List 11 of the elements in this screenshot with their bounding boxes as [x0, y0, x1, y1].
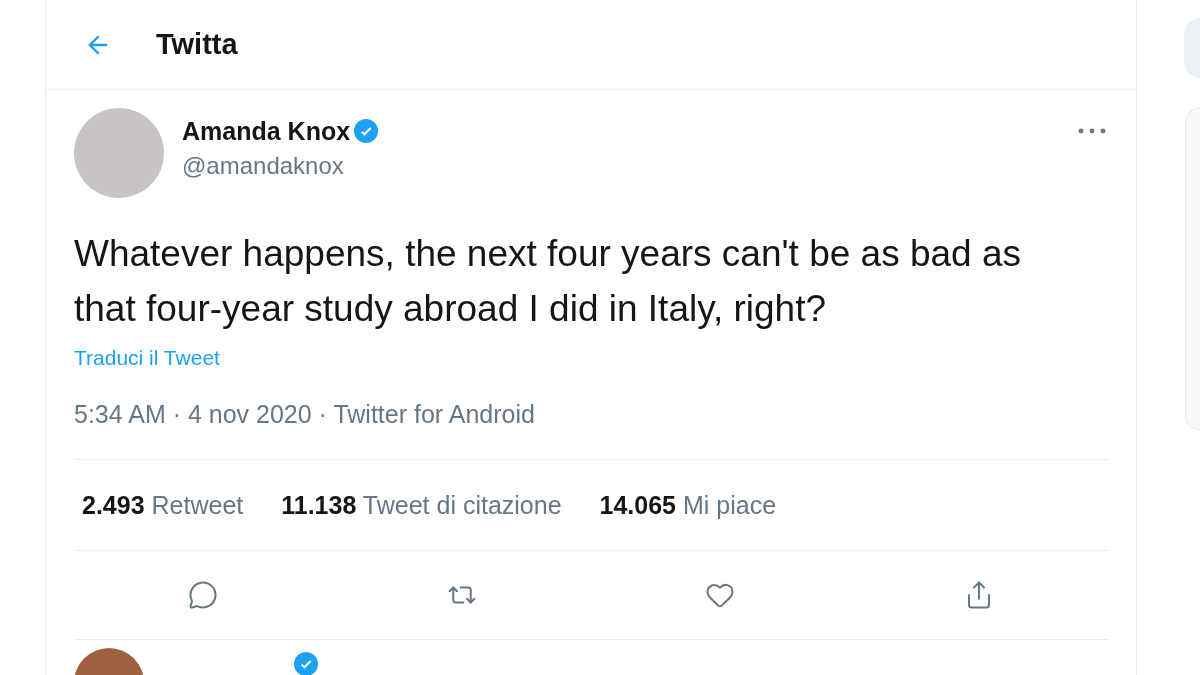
tweet-text: Whatever happens, the next four years can't be as bad as that four-year study abroad I did in Italy, right?: [74, 232, 1023, 331]
more-button[interactable]: [1078, 128, 1106, 134]
author-handle[interactable]: @amandaknox: [182, 151, 1060, 180]
author-name[interactable]: Amanda Knox: [182, 116, 351, 146]
reply-button[interactable]: [188, 580, 219, 610]
stat-link[interactable]: 2.493 Retweet: [82, 490, 244, 520]
tweet-meta: 5:34 AM · 4 nov 2020 · Twitter for Android: [74, 400, 536, 429]
more-icon: [1078, 128, 1106, 134]
stat-link[interactable]: 14.065 Mi piace: [599, 490, 777, 520]
page-title: Twitta: [156, 28, 238, 61]
stat-link[interactable]: 11.138 Tweet di citazione: [281, 490, 562, 520]
